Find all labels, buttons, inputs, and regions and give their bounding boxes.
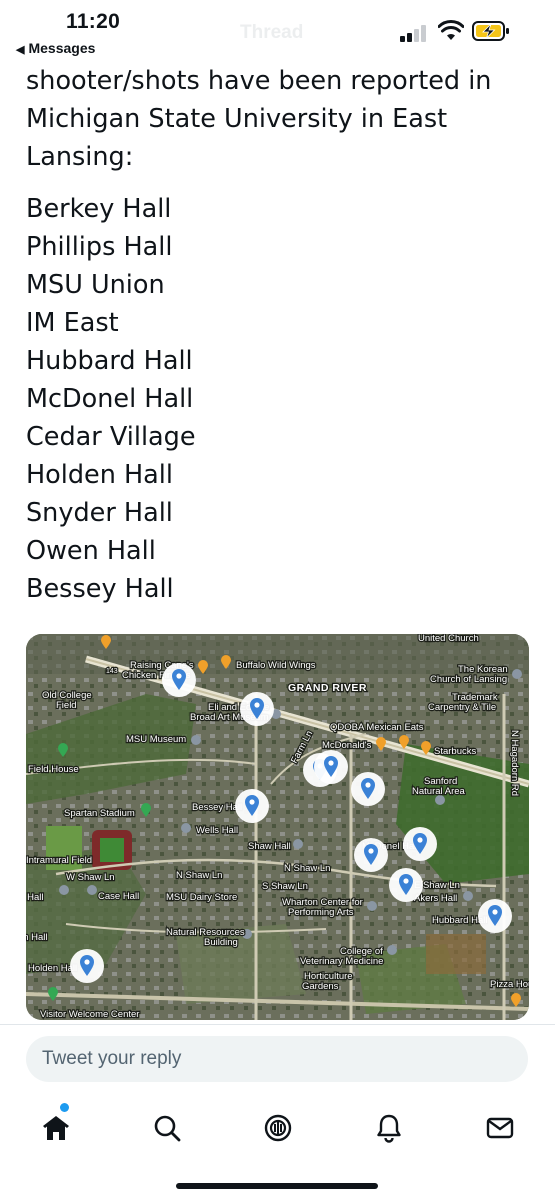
location-pin-icon [389,868,423,902]
tweet-intro-text: shooter/shots have been reported in Mich… [26,66,492,172]
map-label: Akers Hall [414,893,457,904]
location-list: Berkey Hall Phillips Hall MSU Union IM E… [26,190,536,608]
location-pin-icon [70,949,104,983]
map-label: Carpentry & Tile [428,702,496,713]
status-bar: 11:20 ◀ Messages Thread [0,0,555,60]
map-label: GRAND RIVER [288,682,367,694]
search-icon [154,1115,181,1142]
map-label: Rather Hall [26,892,44,903]
tab-spaces[interactable] [256,1106,300,1150]
map-label: MSU Museum [126,734,186,745]
map-label: N Shaw Ln [284,863,330,874]
location-item: Holden Hall [26,460,173,490]
home-icon [43,1116,69,1140]
map-label: Veterinary Medicine [300,956,383,967]
spaces-icon [264,1114,292,1142]
unread-dot [60,1103,69,1112]
map-label: MSU Dairy Store [166,892,237,903]
map-label: Building [204,937,238,948]
map-label: Starbucks [434,746,476,757]
home-indicator[interactable] [176,1183,378,1189]
location-item: McDonel Hall [26,384,194,414]
map-label: Intramural Field [26,855,92,866]
location-item: Phillips Hall [26,232,173,262]
location-item: Snyder Hall [26,498,173,528]
map-label: Field House [28,764,79,775]
back-to-app-button[interactable]: ◀ Messages [16,40,95,56]
nav-title: Thread [240,22,304,43]
map-label: Buffalo Wild Wings [236,660,316,671]
map-label: Shaw Hall [248,841,291,852]
reply-input[interactable]: Tweet your reply [26,1036,528,1082]
status-time: 11:20 [66,10,121,33]
map-label: Case Hall [98,891,139,902]
tab-messages[interactable] [478,1106,522,1150]
map-label: S Shaw Ln [262,881,308,892]
location-item: Hubbard Hall [26,346,193,376]
bottom-tab-bar [0,1100,555,1150]
location-pin-icon [162,663,196,697]
map-label: N Hagadorn Rd [509,730,520,796]
messages-icon [486,1117,514,1139]
notifications-icon [377,1114,401,1143]
tab-notifications[interactable] [367,1106,411,1150]
tab-home[interactable] [34,1106,78,1150]
battery-charging-icon [472,21,509,41]
satellite-map: United Church Raising Cane's Chicken Fin… [26,634,529,1020]
map-label: Bessey Hall [192,802,242,813]
map-label: W Shaw Ln [66,872,115,883]
map-image[interactable]: United Church Raising Cane's Chicken Fin… [26,634,529,1020]
cellular-signal-icon [400,24,430,42]
map-label: Performing Arts [288,907,354,918]
back-arrow-icon: ◀ [16,44,25,56]
map-label: McDonald's [322,740,372,751]
map-label: Visitor Welcome Center [40,1009,139,1020]
map-label: Holden Hall [28,963,77,974]
tab-search[interactable] [145,1106,189,1150]
map-label: Church of Lansing [430,674,507,685]
map-label: N Shaw Ln [176,870,222,881]
location-pin-icon [240,692,274,726]
map-label: Pizza House [490,979,529,990]
location-pin-icon [351,772,385,806]
map-label: 143 [106,668,118,675]
map-label: Gardens [302,981,339,992]
reply-placeholder: Tweet your reply [42,1048,182,1069]
location-pin-icon [235,789,269,823]
map-label: Spartan Stadium [64,808,135,819]
location-item: Bessey Hall [26,574,174,604]
location-pin-icon [314,750,348,784]
tweet-body: shooter/shots have been reported in Mich… [26,62,536,608]
map-label: Natural Area [412,786,466,797]
location-pin-icon [478,899,512,933]
back-app-label: Messages [28,40,96,56]
reply-divider [0,1024,555,1025]
map-label: United Church [418,634,479,644]
location-item: Owen Hall [26,536,156,566]
map-label: QDOBA Mexican Eats [330,722,424,733]
map-label: Wilson Hall [26,932,48,943]
location-pin-icon [354,838,388,872]
location-item: MSU Union [26,270,165,300]
location-pin-icon [403,827,437,861]
map-label: Wells Hall [196,825,238,836]
map-label: Field [56,700,77,711]
wifi-icon [438,20,464,40]
location-item: Berkey Hall [26,194,172,224]
location-item: Cedar Village [26,422,196,452]
location-item: IM East [26,308,119,338]
